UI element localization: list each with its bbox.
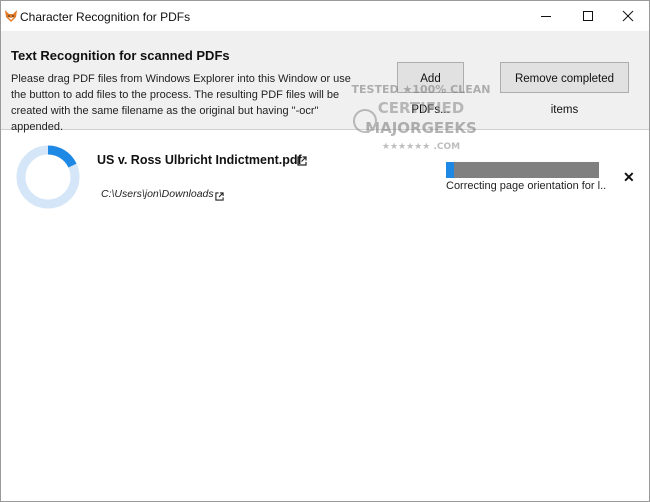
title-bar[interactable]: Character Recognition for PDFs: [1, 1, 649, 31]
job-item: US v. Ross Ulbricht Indictment.pdf C:\Us…: [1, 131, 649, 221]
external-link-icon[interactable]: [215, 188, 224, 206]
maximize-button[interactable]: [567, 1, 609, 31]
instructions-panel: Text Recognition for scanned PDFs Please…: [1, 31, 649, 133]
watermark-line-1: TESTED ★100% CLEAN: [352, 83, 491, 96]
section-title: Text Recognition for scanned PDFs: [11, 48, 230, 63]
close-x-icon[interactable]: ✕: [623, 169, 635, 186]
minimize-icon: [541, 16, 551, 17]
job-path: C:\Users\jon\Downloads: [101, 188, 214, 200]
minimize-button[interactable]: [525, 1, 567, 31]
remove-completed-button[interactable]: Remove completed items: [500, 62, 629, 116]
job-filename: US v. Ross Ulbricht Indictment.pdf: [97, 153, 302, 167]
maximize-icon: [583, 11, 593, 21]
close-window-button[interactable]: [607, 1, 649, 31]
window-title: Character Recognition for PDFs: [20, 10, 191, 24]
job-progress-bar: [446, 162, 599, 178]
job-status: Correcting page orientation for l...: [446, 180, 606, 192]
close-icon: [622, 10, 634, 22]
fox-icon: [4, 9, 18, 23]
app-window: Character Recognition for PDFs Text Reco…: [0, 0, 650, 502]
external-link-icon[interactable]: [297, 153, 307, 171]
job-progress-ring: [16, 145, 80, 209]
instructions-text: Please drag PDF files from Windows Explo…: [11, 73, 351, 133]
job-progress-fill: [446, 162, 454, 178]
watermark-line-2: CERTIFIED: [378, 99, 464, 117]
